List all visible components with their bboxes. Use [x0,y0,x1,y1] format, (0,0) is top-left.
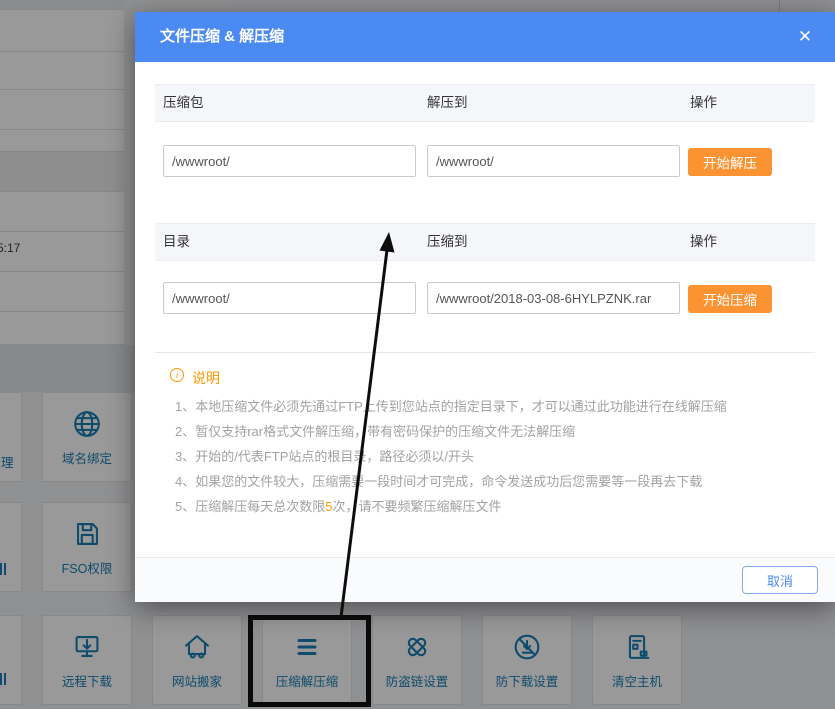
close-icon[interactable]: ✕ [789,12,821,62]
divider [155,352,815,353]
column-header-package: 压缩包 [163,85,204,121]
note-item: 1、本地压缩文件必须先通过FTP上传到您站点的指定目录下，才可以通过此功能进行在… [175,396,775,415]
dialog-header: 文件压缩 & 解压缩 ✕ [135,12,835,62]
compress-dialog: 文件压缩 & 解压缩 ✕ 压缩包 解压到 操作 开始解压 目录 压缩到 操作 开… [135,12,835,602]
column-header-compress-to: 压缩到 [427,224,468,260]
note-item: 4、如果您的文件较大，压缩需要一段时间才可完成，命令发送成功后您需要等一段再去下… [175,471,775,490]
dialog-footer: 取消 [135,557,835,602]
annotation-highlight-box [248,615,371,707]
cancel-button[interactable]: 取消 [742,566,818,594]
note-item: 5、压缩解压每天总次数限5次，请不要频繁压缩解压文件 [175,496,775,515]
note-text: 5、压缩解压每天总次数限 [175,499,325,514]
note-text: 次，请不要频繁压缩解压文件 [332,499,501,514]
note-item: 2、暂仅支持rar格式文件解压缩，带有密码保护的压缩文件无法解压缩 [175,421,775,440]
column-header-action: 操作 [690,85,717,121]
compress-source-input[interactable] [163,282,416,314]
dialog-title: 文件压缩 & 解压缩 [160,12,284,62]
decompress-header-row: 压缩包 解压到 操作 [155,84,815,122]
column-header-action: 操作 [690,224,717,260]
note-item: 3、开始的/代表FTP站点的根目录，路径必须以/开头 [175,446,775,465]
start-decompress-button[interactable]: 开始解压 [688,148,772,176]
start-compress-button[interactable]: 开始压缩 [688,285,772,313]
compress-target-input[interactable] [427,282,680,314]
decompress-source-input[interactable] [163,145,416,177]
screen: 5:17 理 域名绑定 FSO权限 远程下载 [0,0,835,709]
info-icon: i [170,368,184,382]
column-header-directory: 目录 [163,224,190,260]
notes-title: 说明 [192,368,220,388]
compress-header-row: 目录 压缩到 操作 [155,223,815,261]
decompress-target-input[interactable] [427,145,680,177]
column-header-extract-to: 解压到 [427,85,468,121]
